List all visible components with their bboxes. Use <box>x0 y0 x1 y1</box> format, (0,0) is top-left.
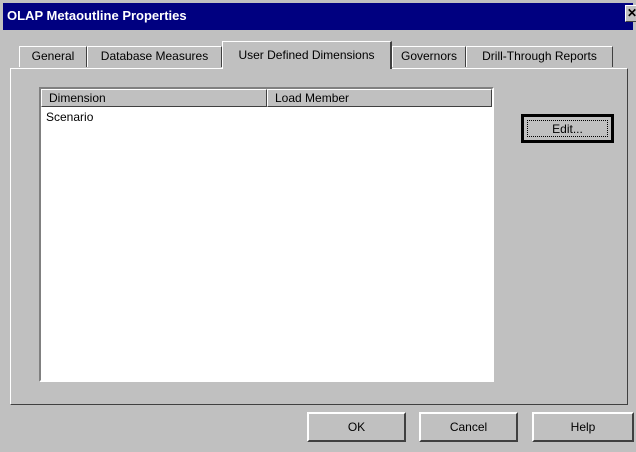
close-button[interactable]: ✕ <box>625 5 636 22</box>
column-header-load-member[interactable]: Load Member <box>267 89 492 107</box>
dialog-window: OLAP Metaoutline Properties ✕ General Da… <box>0 0 636 452</box>
tab-drill-through-reports[interactable]: Drill-Through Reports <box>466 46 613 67</box>
tab-governors[interactable]: Governors <box>392 46 466 67</box>
list-item[interactable]: Scenario <box>46 109 93 125</box>
tab-general[interactable]: General <box>19 46 87 67</box>
cancel-button[interactable]: Cancel <box>419 412 518 442</box>
cancel-button-label: Cancel <box>449 420 488 434</box>
close-icon: ✕ <box>627 6 636 20</box>
window-title: OLAP Metaoutline Properties <box>7 8 187 23</box>
help-button-label: Help <box>570 420 596 434</box>
title-bar[interactable]: OLAP Metaoutline Properties <box>3 3 633 30</box>
column-header-dimension[interactable]: Dimension <box>41 89 267 107</box>
tab-database-measures[interactable]: Database Measures <box>87 46 222 67</box>
list-item-dimension: Scenario <box>46 110 94 124</box>
tab-user-defined-dimensions[interactable]: User Defined Dimensions <box>222 41 392 69</box>
list-header: Dimension Load Member <box>41 89 492 107</box>
dimensions-list[interactable]: Dimension Load Member Scenario <box>39 87 494 382</box>
ok-button-label: OK <box>347 420 366 434</box>
ok-button[interactable]: OK <box>307 412 406 442</box>
help-button[interactable]: Help <box>532 412 634 442</box>
edit-button-label: Edit... <box>552 122 583 136</box>
edit-button[interactable]: Edit... <box>521 114 614 143</box>
